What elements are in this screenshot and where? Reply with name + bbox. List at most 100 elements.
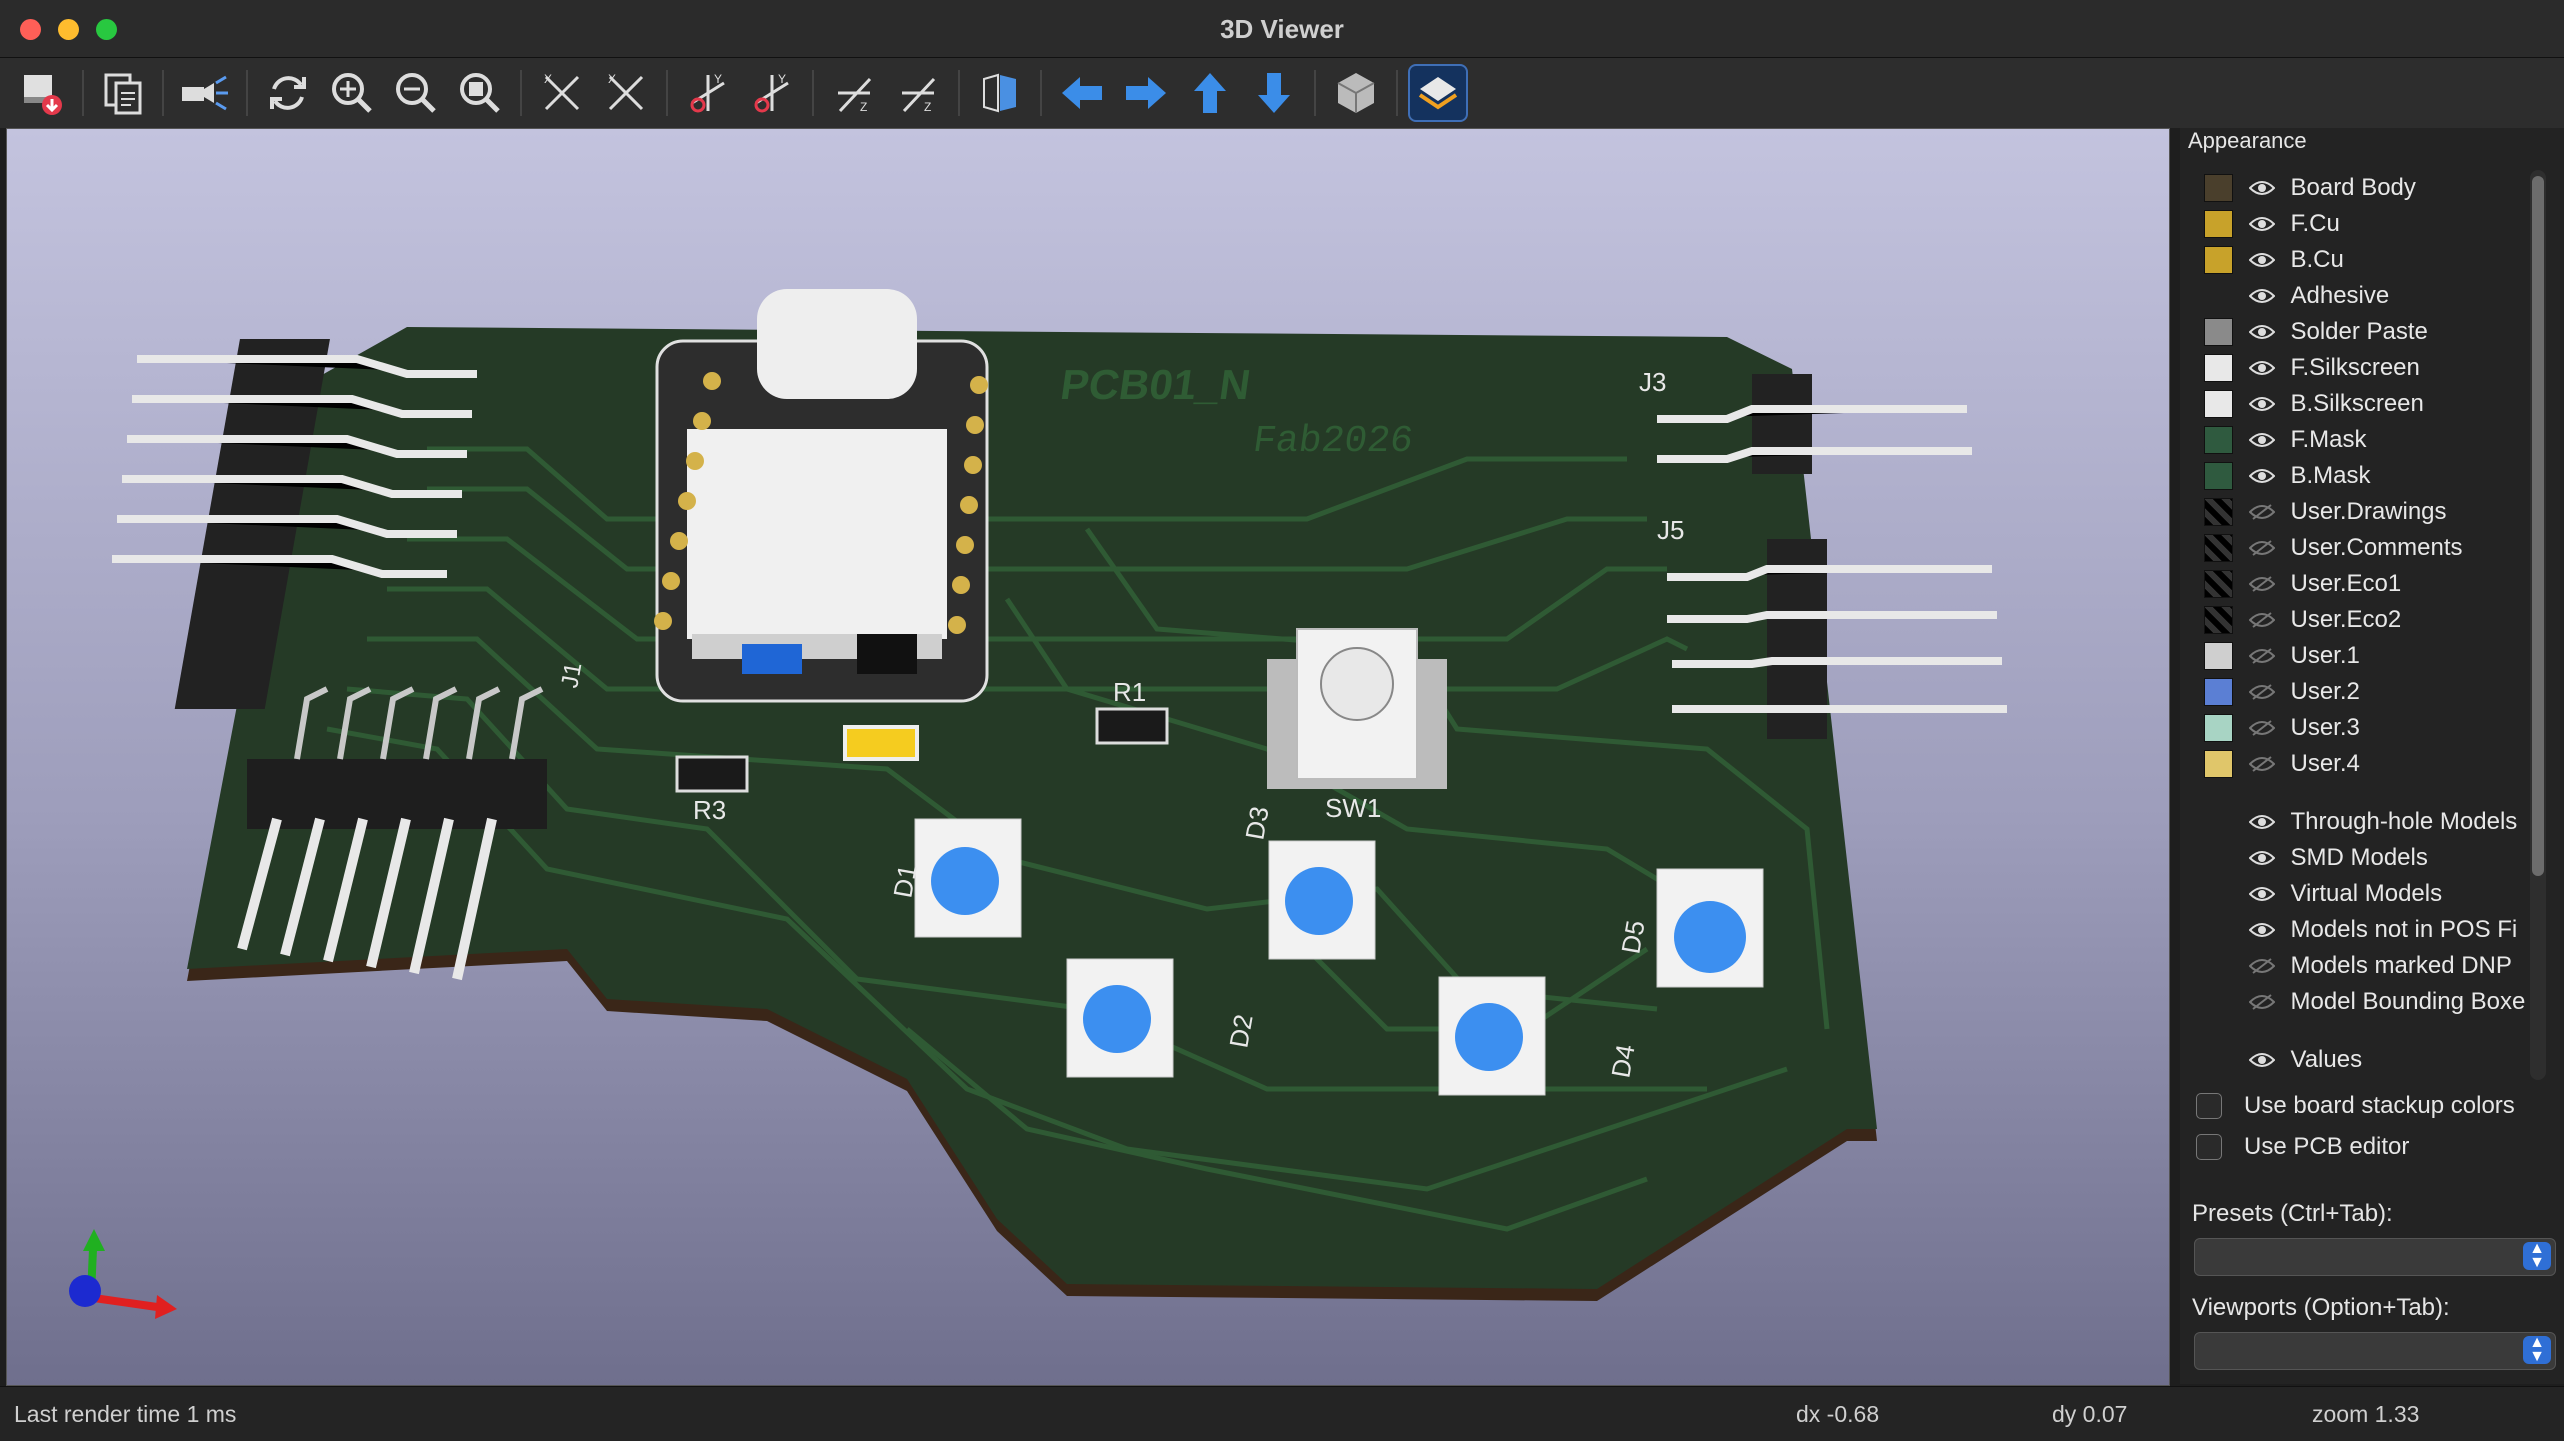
layer-row[interactable]: Solder Paste — [2204, 314, 2534, 350]
layer-row[interactable]: F.Silkscreen — [2204, 350, 2534, 386]
color-swatch[interactable] — [2204, 642, 2234, 670]
hidden-eye-icon[interactable] — [2247, 535, 2276, 561]
layer-row[interactable]: User.4 — [2204, 746, 2534, 782]
color-swatch[interactable] — [2204, 750, 2234, 778]
color-swatch[interactable] — [2204, 426, 2234, 454]
presets-select[interactable]: ▲ ▼ — [2194, 1238, 2556, 1276]
board-subtitle-text: Fab2026 — [1250, 420, 1416, 463]
model-row[interactable]: Virtual Models — [2204, 876, 2534, 912]
visibility-eye-icon[interactable] — [2247, 175, 2276, 201]
visibility-eye-icon[interactable] — [2247, 319, 2276, 345]
color-swatch[interactable] — [2204, 246, 2234, 274]
color-swatch[interactable] — [2204, 606, 2234, 634]
layer-row[interactable]: Adhesive — [2204, 278, 2534, 314]
dx-readout: dx -0.68 — [1796, 1401, 1880, 1427]
layer-row[interactable]: User.Comments — [2204, 530, 2534, 566]
visibility-eye-icon[interactable] — [2247, 427, 2276, 453]
move-right-button[interactable] — [1118, 66, 1174, 120]
appearance-panel: Appearance Board Body F.Cu B.Cu Adhesive… — [2180, 128, 2564, 1384]
layer-label: User.Eco2 — [2290, 606, 2402, 633]
color-swatch[interactable] — [2204, 498, 2234, 526]
color-swatch[interactable] — [2204, 678, 2234, 706]
visibility-eye-icon[interactable] — [2247, 283, 2276, 309]
pcb-render[interactable]: PCB01_N Fab2026 J1 R1 R3 SW1 J3 J5 D1 D2… — [7, 129, 2169, 1385]
hidden-eye-icon[interactable] — [2247, 571, 2276, 597]
board-title-text: PCB01_N — [1058, 361, 1254, 408]
color-swatch[interactable] — [2204, 210, 2234, 238]
reload-board-button[interactable] — [14, 66, 70, 120]
hidden-eye-icon[interactable] — [2247, 679, 2276, 705]
move-up-button[interactable] — [1182, 66, 1238, 120]
rotate-z-ccw-button[interactable]: Z — [890, 66, 946, 120]
layer-row[interactable]: User.2 — [2204, 674, 2534, 710]
color-swatch[interactable] — [2204, 534, 2234, 562]
layer-row[interactable]: B.Cu — [2204, 242, 2534, 278]
layer-row[interactable]: User.1 — [2204, 638, 2534, 674]
color-swatch[interactable] — [2204, 174, 2234, 202]
layer-row[interactable]: User.3 — [2204, 710, 2534, 746]
layer-row[interactable]: F.Mask — [2204, 422, 2534, 458]
layers-manager-button[interactable] — [1408, 64, 1468, 122]
use-board-stackup-colors-row[interactable]: Use board stackup colors — [2196, 1092, 2515, 1120]
visibility-eye-icon[interactable] — [2247, 881, 2276, 907]
visibility-eye-icon[interactable] — [2247, 247, 2276, 273]
flip-board-button[interactable] — [972, 66, 1028, 120]
model-row[interactable]: Models not in POS Fi — [2204, 912, 2534, 948]
visibility-eye-icon[interactable] — [2247, 1047, 2276, 1073]
visibility-eye-icon[interactable] — [2247, 355, 2276, 381]
color-swatch[interactable] — [2204, 282, 2233, 310]
color-swatch[interactable] — [2204, 390, 2234, 418]
layer-row[interactable]: B.Silkscreen — [2204, 386, 2534, 422]
layer-row[interactable]: B.Mask — [2204, 458, 2534, 494]
visibility-eye-icon[interactable] — [2247, 391, 2276, 417]
visibility-eye-icon[interactable] — [2247, 211, 2276, 237]
model-row[interactable]: Model Bounding Boxe — [2204, 984, 2534, 1020]
viewports-select[interactable]: ▲ ▼ — [2194, 1332, 2556, 1370]
hidden-eye-icon[interactable] — [2247, 989, 2276, 1015]
color-swatch[interactable] — [2204, 318, 2234, 346]
hidden-eye-icon[interactable] — [2247, 643, 2276, 669]
rotate-y-cw-button[interactable]: Y — [680, 66, 736, 120]
rotate-x-ccw-button[interactable]: X — [598, 66, 654, 120]
hidden-eye-icon[interactable] — [2247, 499, 2276, 525]
zoom-out-button[interactable] — [388, 66, 444, 120]
layer-row[interactable]: User.Eco1 — [2204, 566, 2534, 602]
color-swatch[interactable] — [2204, 714, 2234, 742]
use-pcb-editor-checkbox[interactable] — [2196, 1134, 2222, 1160]
rotate-y-ccw-button[interactable]: Y — [744, 66, 800, 120]
copy-image-button[interactable] — [96, 66, 152, 120]
layer-row[interactable]: F.Cu — [2204, 206, 2534, 242]
visibility-eye-icon[interactable] — [2247, 463, 2276, 489]
raytrace-button[interactable] — [176, 66, 232, 120]
color-swatch[interactable] — [2204, 354, 2234, 382]
hidden-eye-icon[interactable] — [2247, 715, 2276, 741]
rotate-x-cw-button[interactable]: X — [534, 66, 590, 120]
zoom-in-button[interactable] — [324, 66, 380, 120]
zoom-fit-button[interactable] — [452, 66, 508, 120]
3d-viewport[interactable]: PCB01_N Fab2026 J1 R1 R3 SW1 J3 J5 D1 D2… — [6, 128, 2170, 1386]
hidden-eye-icon[interactable] — [2247, 751, 2276, 777]
rotate-z-cw-button[interactable]: Z — [826, 66, 882, 120]
orthographic-button[interactable] — [1328, 66, 1384, 120]
hidden-eye-icon[interactable] — [2247, 607, 2276, 633]
use-pcb-editor-row[interactable]: Use PCB editor — [2196, 1133, 2409, 1161]
color-swatch[interactable] — [2204, 570, 2234, 598]
values-row[interactable]: Values — [2204, 1042, 2534, 1078]
layer-list-scroll-thumb[interactable] — [2532, 176, 2544, 876]
move-left-button[interactable] — [1054, 66, 1110, 120]
layer-row[interactable]: User.Drawings — [2204, 494, 2534, 530]
move-down-button[interactable] — [1246, 66, 1302, 120]
hidden-eye-icon[interactable] — [2247, 953, 2276, 979]
layer-label: F.Silkscreen — [2290, 354, 2420, 381]
visibility-eye-icon[interactable] — [2247, 845, 2276, 871]
refresh-button[interactable] — [260, 66, 316, 120]
model-row[interactable]: Models marked DNP — [2204, 948, 2534, 984]
layer-row[interactable]: Board Body — [2204, 170, 2534, 206]
model-row[interactable]: Through-hole Models — [2204, 804, 2534, 840]
layer-row[interactable]: User.Eco2 — [2204, 602, 2534, 638]
use-board-stackup-colors-checkbox[interactable] — [2196, 1093, 2222, 1119]
model-row[interactable]: SMD Models — [2204, 840, 2534, 876]
visibility-eye-icon[interactable] — [2247, 809, 2276, 835]
color-swatch[interactable] — [2204, 462, 2234, 490]
visibility-eye-icon[interactable] — [2247, 917, 2276, 943]
